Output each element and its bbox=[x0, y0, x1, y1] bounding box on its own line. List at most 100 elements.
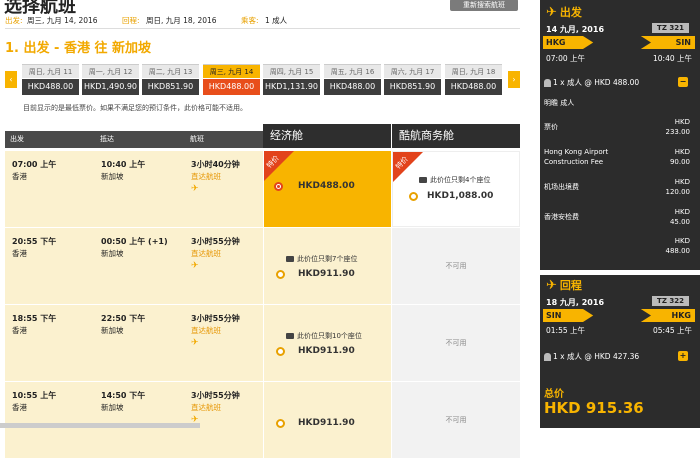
return-summary: ✈ 回程 18 九月, 2016 TZ 322 SIN HKG 01:55 上午 0… bbox=[540, 275, 700, 428]
dep-city: 香港 bbox=[12, 249, 27, 258]
total-label: 总价 bbox=[544, 389, 564, 400]
col-depart: 出发 bbox=[5, 131, 95, 148]
arr-city: 新加坡 bbox=[101, 249, 124, 258]
date-price: HKD1,490.90 bbox=[82, 79, 139, 95]
unavailable-label: 不可用 bbox=[445, 339, 467, 347]
flight-info: 10:55 上午 香港 14:50 下午 新加坡 3小时55分钟 直达航班 ✈ bbox=[5, 382, 263, 458]
date-label: 周五, 九月 16 bbox=[324, 64, 381, 78]
date-option[interactable]: 周一, 九月 12 HKD1,490.90 bbox=[82, 64, 139, 97]
arr-time: 14:50 下午 bbox=[101, 391, 146, 400]
fare-price: HKD488.00 bbox=[298, 181, 355, 191]
person-icon bbox=[544, 79, 551, 87]
plane-icon: ✈ bbox=[191, 261, 199, 271]
date-label: 周日, 九月 18 bbox=[445, 64, 502, 78]
fare-radio[interactable] bbox=[276, 419, 285, 428]
breakdown-amount: HKD 233.00 bbox=[665, 118, 691, 136]
col-flight: 航班 bbox=[185, 131, 263, 148]
date-label: 周日, 九月 11 bbox=[22, 64, 79, 78]
dep-city: 香港 bbox=[12, 326, 27, 335]
fare-price: HKD1,088.00 bbox=[427, 191, 494, 201]
next-dates-button[interactable]: › bbox=[508, 71, 520, 88]
date-option-selected[interactable]: 周三, 九月 14 HKD488.00 bbox=[203, 64, 260, 97]
price-note: 目前显示的是最低票价。如果不满足您的预订条件，此价格可能不适用。 bbox=[23, 104, 247, 112]
fare-radio[interactable] bbox=[276, 270, 285, 279]
date-option[interactable]: 周日, 九月 11 HKD488.00 bbox=[22, 64, 79, 97]
outbound-route: HKG SIN bbox=[543, 36, 695, 49]
business-fare-option[interactable]: 特价 此价位只剩4个座位 HKD1,088.00 bbox=[392, 151, 520, 227]
business-fare-option: 不可用 bbox=[392, 305, 520, 381]
prev-dates-button[interactable]: ‹ bbox=[5, 71, 17, 88]
return-label: 回程 bbox=[559, 279, 582, 292]
fare-radio[interactable] bbox=[276, 347, 285, 356]
dep-city: 香港 bbox=[12, 172, 27, 181]
passenger-line: 1 x 成人 @ HKD 488.00 bbox=[544, 77, 639, 88]
date-option[interactable]: 周二, 九月 13 HKD851.90 bbox=[142, 64, 199, 97]
destination-code: HKG bbox=[671, 311, 691, 320]
breakdown-label: 票价 bbox=[544, 123, 558, 131]
economy-fare-option[interactable]: 此价位只剩7个座位 HKD911.90 bbox=[263, 228, 391, 304]
seat-icon bbox=[419, 177, 427, 183]
breakdown-row: Hong Kong Airport Construction Fee HKD 90… bbox=[544, 147, 690, 167]
collapse-toggle[interactable]: − bbox=[678, 77, 688, 87]
outbound-flight-number: TZ 321 bbox=[652, 23, 689, 33]
flight-type-link[interactable]: 直达航班 bbox=[191, 402, 240, 414]
date-option[interactable]: 周六, 九月 17 HKD851.90 bbox=[384, 64, 441, 97]
breakdown-amount: HKD 120.00 bbox=[665, 178, 691, 196]
flight-type-link[interactable]: 直达航班 bbox=[191, 325, 240, 337]
flight-info: 18:55 下午 香港 22:50 下午 新加坡 3小时55分钟 直达航班 ✈ bbox=[5, 305, 263, 381]
passenger-fare: 1 x 成人 @ HKD 488.00 bbox=[553, 78, 640, 87]
table-header: 出发 抵达 航班 经济舱 酷航商务舱 bbox=[5, 124, 520, 148]
seat-icon bbox=[286, 333, 294, 339]
flight-type-link[interactable]: 直达航班 bbox=[191, 248, 240, 260]
dep-time: 20:55 下午 bbox=[12, 237, 57, 246]
date-option[interactable]: 周日, 九月 18 HKD488.00 bbox=[445, 64, 502, 97]
duration: 3小时55分钟 bbox=[191, 314, 240, 323]
arr-time: 00:50 上午 (+1) bbox=[101, 237, 168, 246]
plane-icon: ✈ bbox=[191, 184, 199, 194]
fare-radio[interactable] bbox=[409, 192, 418, 201]
breakdown-amount: HKD 90.00 bbox=[669, 148, 690, 166]
dep-time: 10:55 上午 bbox=[12, 391, 57, 400]
breakdown-label: Hong Kong Airport Construction Fee bbox=[544, 148, 609, 166]
plane-icon: ✈ bbox=[546, 278, 557, 293]
horizontal-scrollbar[interactable] bbox=[0, 423, 200, 428]
date-option[interactable]: 周五, 九月 16 HKD488.00 bbox=[324, 64, 381, 97]
origin-code: SIN bbox=[546, 311, 562, 320]
arr-time: 10:40 上午 bbox=[653, 54, 692, 63]
arr-city: 新加坡 bbox=[101, 403, 124, 412]
economy-fare-option[interactable]: HKD911.90 bbox=[263, 382, 391, 458]
expand-toggle[interactable]: + bbox=[678, 351, 688, 361]
date-price: HKD488.00 bbox=[203, 79, 260, 95]
fare-price: HKD911.90 bbox=[298, 269, 355, 279]
economy-fare-option[interactable]: 特价 HKD488.00 bbox=[263, 151, 391, 227]
return-route: SIN HKG bbox=[543, 309, 695, 322]
business-fare-option: 不可用 bbox=[392, 382, 520, 458]
outbound-summary: ✈ 出发 14 九月, 2016 TZ 321 HKG SIN 07:00 上午 1… bbox=[540, 0, 700, 270]
duration: 3小时40分钟 bbox=[191, 160, 240, 169]
date-label: 周四, 九月 15 bbox=[263, 64, 320, 78]
date-price: HKD488.00 bbox=[324, 79, 381, 95]
return-times: 01:55 上午 05:45 上午 bbox=[546, 325, 692, 336]
col-arrive: 抵达 bbox=[95, 131, 185, 148]
date-price: HKD851.90 bbox=[142, 79, 199, 95]
fare-price: HKD911.90 bbox=[298, 418, 355, 428]
pax-value: 1 成人 bbox=[265, 16, 288, 25]
seat-availability-text: 此价位只剩7个座位 bbox=[297, 255, 358, 263]
fare-radio[interactable] bbox=[274, 182, 283, 191]
date-label: 周二, 九月 13 bbox=[142, 64, 199, 78]
arr-time: 05:45 上午 bbox=[653, 326, 692, 335]
breakdown-label: 香港安检费 bbox=[544, 213, 579, 221]
economy-fare-option[interactable]: 此价位只剩10个座位 HKD911.90 bbox=[263, 305, 391, 381]
flight-row: 20:55 下午 香港 00:50 上午 (+1) 新加坡 3小时55分钟 直达航班 ✈… bbox=[5, 228, 520, 304]
research-flights-button[interactable]: 重新搜索航班 bbox=[450, 0, 518, 11]
date-option[interactable]: 周四, 九月 15 HKD1,131.90 bbox=[263, 64, 320, 97]
unavailable-label: 不可用 bbox=[445, 262, 467, 270]
arr-city: 新加坡 bbox=[101, 326, 124, 335]
flight-type-link[interactable]: 直达航班 bbox=[191, 171, 240, 183]
date-price: HKD1,131.90 bbox=[263, 79, 320, 95]
seat-availability-text: 此价位只剩4个座位 bbox=[430, 176, 491, 184]
date-price: HKD488.00 bbox=[445, 79, 502, 95]
date-strip: ‹ 周日, 九月 11 HKD488.00 周一, 九月 12 HKD1,490.9… bbox=[5, 64, 521, 98]
outbound-label: 出发 bbox=[559, 6, 582, 19]
route-heading: 1. 出发 - 香港 往 新加坡 bbox=[5, 41, 152, 56]
